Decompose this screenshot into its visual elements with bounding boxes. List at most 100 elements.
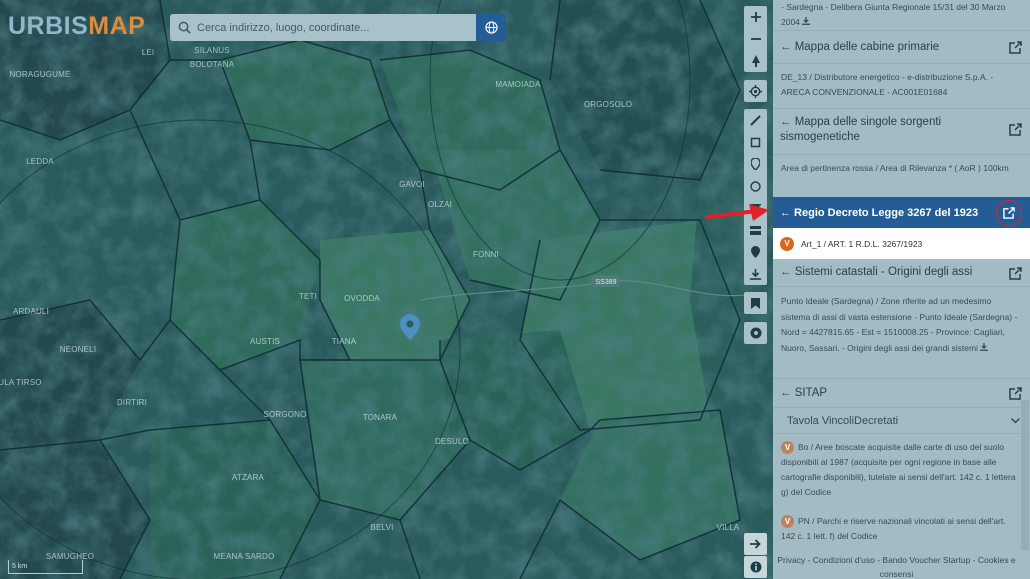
road-label: SS389: [595, 279, 616, 286]
map-label: DIRTIRI: [116, 398, 148, 407]
map-label: ORGOSOLO: [583, 100, 633, 109]
ruler-icon: [750, 114, 761, 126]
map-label: TETI: [298, 292, 318, 301]
map-label: AUSTIS: [249, 337, 281, 346]
search-input[interactable]: [197, 21, 457, 34]
panel-top-text: - Sardegna - Delibera Giunta Regionale 1…: [773, 0, 1030, 30]
map-label: LEI: [141, 48, 155, 57]
draw-circle-button[interactable]: [744, 175, 767, 197]
select-value: Tavola VincoliDecretati: [787, 414, 899, 427]
section-header-cabine[interactable]: ← Mappa delle cabine primarie: [773, 31, 1030, 64]
pin-icon: [751, 246, 760, 258]
map-label: MAMOIADA: [495, 80, 541, 89]
compass-button[interactable]: [744, 50, 767, 72]
map-label: OVODDA: [344, 294, 380, 303]
arrow-right-icon: [750, 539, 761, 549]
map-label: BELVI: [370, 523, 394, 532]
map-label: FONNI: [473, 250, 499, 259]
globe-search-button[interactable]: [476, 14, 506, 41]
layers-icon: [750, 225, 761, 235]
map-label: LEDDA: [26, 157, 54, 166]
map-label: NEONELI: [59, 345, 97, 354]
draw-tools: [744, 109, 767, 285]
collapse-panel-button[interactable]: [744, 533, 767, 555]
settings-button[interactable]: [744, 322, 767, 344]
info-icon: [750, 561, 761, 573]
map-label: ATZARA: [231, 473, 265, 482]
download-button[interactable]: [744, 263, 767, 285]
download-icon[interactable]: [802, 17, 811, 25]
external-link-icon[interactable]: [1009, 266, 1022, 280]
place-pin-button[interactable]: [744, 241, 767, 263]
logo-text: URBIS: [8, 12, 89, 40]
map-label: SORGONO: [263, 410, 307, 419]
draw-polygon-button[interactable]: [744, 131, 767, 153]
external-link-icon[interactable]: [1009, 123, 1022, 136]
bookmark-button[interactable]: [744, 292, 767, 314]
circle-icon: [750, 180, 761, 192]
external-link-icon: [1003, 206, 1015, 219]
footer-links[interactable]: Privacy - Condizioni d'uso - Bando Vouch…: [773, 553, 1020, 579]
section-title: ← SITAP: [780, 386, 828, 399]
external-link-icon[interactable]: [1009, 387, 1022, 400]
sitap-item-text: Bo / Aree boscate acquisite dalle carte …: [781, 442, 1016, 497]
measure-line-button[interactable]: [744, 109, 767, 131]
search-bar: [170, 14, 476, 41]
crosshair-icon: [749, 84, 762, 98]
section-header-regio-decreto[interactable]: ← Regio Decreto Legge 3267 del 1923: [773, 197, 1030, 228]
info-button[interactable]: [744, 556, 767, 578]
vincolo-badge: V: [781, 515, 794, 529]
vincolo-badge: V: [780, 236, 794, 251]
map-label: OLZAI: [427, 200, 453, 209]
list-item-art1[interactable]: V Art_1 / ART. 1 R.D.L. 3267/1923: [773, 228, 1030, 259]
compass-icon: [751, 55, 760, 67]
search-icon: [178, 21, 191, 34]
settings-circle-icon: [750, 327, 761, 339]
map-label: ARDAULI: [12, 307, 50, 316]
map-label: MEANA SARDO: [213, 552, 275, 561]
section-header-sitap[interactable]: ← SITAP: [773, 379, 1030, 408]
map-label: VILLA: [716, 523, 740, 532]
panel-scrollbar[interactable]: [1021, 400, 1029, 550]
map-label: TONARA: [362, 413, 398, 422]
section-body-cabine: DE_13 / Distributore energetico - e-dist…: [781, 72, 994, 97]
section-header-catastali[interactable]: ← Sistemi catastali - Origini degli assi: [773, 259, 1030, 287]
zoom-in-button[interactable]: [744, 6, 767, 28]
download-icon[interactable]: [980, 342, 989, 351]
map-label: SILANUS: [194, 46, 230, 55]
logo-text-accent: MAP: [88, 12, 146, 40]
globe-icon: [484, 21, 498, 34]
section-body-catastali: Punto Ideale (Sardegna) / Zone riferite …: [773, 287, 1030, 378]
zoom-out-button[interactable]: [744, 28, 767, 50]
plus-icon: [750, 12, 761, 22]
section-header-sorgenti[interactable]: ← Mappa delle singole sorgenti sismogene…: [773, 109, 1030, 155]
download-icon: [750, 268, 761, 280]
section-body-sorgenti: Area di pertinenza rossa / Area di Rilev…: [781, 163, 1009, 173]
map-label: DESULO: [434, 437, 470, 446]
app-logo[interactable]: URBISMAP: [8, 12, 145, 41]
section-title: ← Regio Decreto Legge 3267 del 1923: [780, 206, 979, 219]
map-label: TIANA: [331, 337, 357, 346]
sitap-item-text: PN / Parchi e riserve nazionali vincolat…: [781, 516, 1006, 541]
locate-button[interactable]: [744, 80, 767, 102]
external-link-button[interactable]: [996, 199, 1022, 226]
chevron-down-icon: [1011, 417, 1020, 424]
red-arrow-annotation-icon: [705, 204, 769, 221]
map-label: BOLOTANA: [189, 60, 235, 69]
map-label: ULA TIRSO: [0, 378, 42, 387]
map-label: NORAGUGUME: [9, 70, 71, 79]
bookmark-icon: [751, 297, 760, 309]
draw-marker-button[interactable]: [744, 153, 767, 175]
vincolo-badge: V: [781, 441, 794, 455]
sitap-item-pn: V PN / Parchi e riserve nazionali vincola…: [773, 510, 1030, 544]
marker-icon: [751, 158, 760, 170]
map-scale: 5 km: [8, 560, 83, 574]
zoom-controls: [744, 6, 767, 72]
sitap-table-select[interactable]: Tavola VincoliDecretati: [773, 408, 1030, 434]
map-label: GAVOI: [399, 180, 425, 189]
info-panel: - Sardegna - Delibera Giunta Regionale 1…: [773, 0, 1030, 579]
list-item-label: Art_1 / ART. 1 R.D.L. 3267/1923: [801, 238, 923, 249]
external-link-icon[interactable]: [1009, 41, 1022, 54]
minus-icon: [750, 38, 761, 40]
section-title: ← Mappa delle cabine primarie: [780, 40, 940, 53]
